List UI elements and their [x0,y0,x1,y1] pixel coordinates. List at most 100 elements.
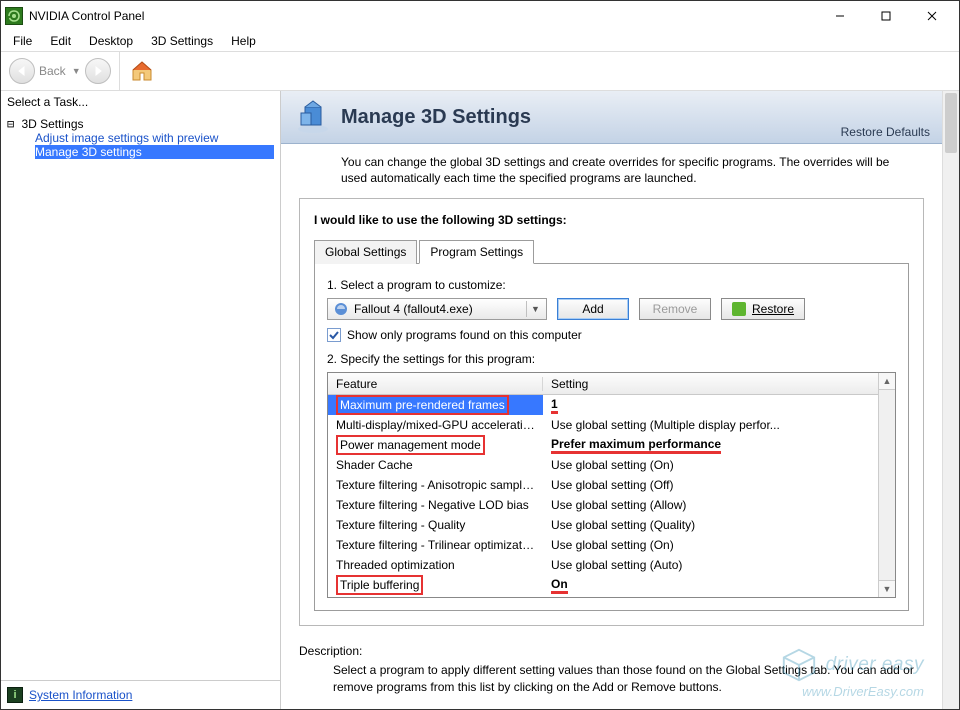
restore-button-label: Restore [752,302,794,316]
sidebar: Select a Task... ⊟ 3D Settings Adjust im… [1,91,281,709]
cell-feature: Multi-display/mixed-GPU acceleration [328,418,543,432]
description-section: Description: Select a program to apply d… [281,636,942,702]
toolbar: Back ▼ [1,51,959,91]
cell-setting[interactable]: Prefer maximum performance [543,437,878,454]
app-icon [5,7,23,25]
cell-feature: Texture filtering - Trilinear optimizati… [328,538,543,552]
settings-table: Feature Setting Maximum pre-rendered fra… [327,372,896,598]
remove-button[interactable]: Remove [639,298,711,320]
menubar: File Edit Desktop 3D Settings Help [1,31,959,51]
nvidia-icon [732,302,746,316]
tab-body: 1. Select a program to customize: Fallou… [314,264,909,611]
col-setting[interactable]: Setting [543,377,878,391]
table-row[interactable]: Texture filtering - Negative LOD biasUse… [328,495,878,515]
page-header-icon [295,99,331,135]
table-body: Maximum pre-rendered frames1Multi-displa… [328,395,878,595]
scrollbar-thumb[interactable] [945,93,957,153]
description-title: Description: [299,644,924,658]
col-feature[interactable]: Feature [328,377,543,391]
sidebar-header: Select a Task... [1,91,280,113]
nav-forward-button[interactable] [85,58,111,84]
cell-feature: Threaded optimization [328,558,543,572]
sysinfo-label[interactable]: System Information [29,688,132,702]
window-title: NVIDIA Control Panel [29,9,817,23]
page-title: Manage 3D Settings [341,106,531,129]
cell-feature: Shader Cache [328,458,543,472]
program-row: Fallout 4 (fallout4.exe) ▼ Add Remove Re… [327,298,896,320]
scroll-up-icon[interactable]: ▲ [879,373,895,390]
cell-feature: Texture filtering - Anisotropic sample o… [328,478,543,492]
chevron-down-icon[interactable]: ▼ [526,301,544,317]
table-row[interactable]: Texture filtering - Anisotropic sample o… [328,475,878,495]
settings-group: I would like to use the following 3D set… [299,198,924,626]
titlebar: NVIDIA Control Panel [1,1,959,31]
tree-root-3d-settings[interactable]: ⊟ 3D Settings [7,117,274,131]
program-select[interactable]: Fallout 4 (fallout4.exe) ▼ [327,298,547,320]
table-row[interactable]: Power management modePrefer maximum perf… [328,435,878,455]
program-icon [334,302,348,316]
restore-button[interactable]: Restore [721,298,805,320]
show-only-checkbox[interactable] [327,328,341,342]
step1-label: 1. Select a program to customize: [327,278,896,292]
scroll-down-icon[interactable]: ▼ [879,580,895,597]
table-row[interactable]: Texture filtering - Trilinear optimizati… [328,535,878,555]
window-controls [817,1,955,31]
menu-3d-settings[interactable]: 3D Settings [143,32,221,50]
cell-feature: Texture filtering - Quality [328,518,543,532]
table-row[interactable]: Maximum pre-rendered frames1 [328,395,878,415]
main-panel: Manage 3D Settings Restore Defaults You … [281,91,959,709]
page-intro: You can change the global 3D settings an… [281,144,942,198]
cell-setting[interactable]: Use global setting (On) [543,538,878,552]
add-button[interactable]: Add [557,298,629,320]
maximize-button[interactable] [863,1,909,31]
task-tree: ⊟ 3D Settings Adjust image settings with… [1,113,280,680]
nav-back-button[interactable] [9,58,35,84]
chevron-down-icon[interactable]: ▼ [72,66,81,76]
main-content: Manage 3D Settings Restore Defaults You … [281,91,942,709]
show-only-label: Show only programs found on this compute… [347,328,582,342]
step2-label: 2. Specify the settings for this program… [327,352,896,366]
info-icon: i [7,687,23,703]
tabs: Global Settings Program Settings [314,239,909,264]
tree-collapse-icon[interactable]: ⊟ [7,117,21,131]
tree-item-adjust-image[interactable]: Adjust image settings with preview [35,131,274,145]
cell-feature: Maximum pre-rendered frames [328,395,543,415]
cell-setting[interactable]: On [543,577,878,594]
cell-setting[interactable]: 1 [543,397,878,414]
main-scrollbar[interactable] [942,91,959,709]
table-header: Feature Setting [328,373,878,395]
table-row[interactable]: Multi-display/mixed-GPU accelerationUse … [328,415,878,435]
cell-setting[interactable]: Use global setting (Auto) [543,558,878,572]
cell-setting[interactable]: Use global setting (Off) [543,478,878,492]
minimize-button[interactable] [817,1,863,31]
table-row[interactable]: Texture filtering - QualityUse global se… [328,515,878,535]
restore-defaults-link[interactable]: Restore Defaults [841,125,930,139]
table-row[interactable]: Triple bufferingOn [328,575,878,595]
description-body: Select a program to apply different sett… [299,662,924,694]
program-selected-label: Fallout 4 (fallout4.exe) [354,302,473,316]
menu-edit[interactable]: Edit [42,32,79,50]
table-scrollbar[interactable]: ▲ ▼ [878,373,895,597]
nav-back-label: Back [39,64,66,78]
page-header: Manage 3D Settings Restore Defaults [281,91,942,144]
cell-setting[interactable]: Use global setting (On) [543,458,878,472]
table-row[interactable]: Shader CacheUse global setting (On) [328,455,878,475]
body: Select a Task... ⊟ 3D Settings Adjust im… [1,91,959,709]
cell-setting[interactable]: Use global setting (Quality) [543,518,878,532]
show-only-checkbox-row: Show only programs found on this compute… [327,328,896,342]
group-title: I would like to use the following 3D set… [314,213,909,227]
table-row[interactable]: Threaded optimizationUse global setting … [328,555,878,575]
home-button[interactable] [128,57,156,85]
menu-help[interactable]: Help [223,32,264,50]
menu-desktop[interactable]: Desktop [81,32,141,50]
cell-feature: Triple buffering [328,575,543,595]
cell-setting[interactable]: Use global setting (Multiple display per… [543,418,878,432]
window-root: NVIDIA Control Panel File Edit Desktop 3… [0,0,960,710]
tab-global-settings[interactable]: Global Settings [314,240,417,264]
cell-setting[interactable]: Use global setting (Allow) [543,498,878,512]
close-button[interactable] [909,1,955,31]
tab-program-settings[interactable]: Program Settings [419,240,534,264]
tree-item-manage-3d[interactable]: Manage 3D settings [35,145,274,159]
system-information-link[interactable]: i System Information [1,680,280,709]
menu-file[interactable]: File [5,32,40,50]
